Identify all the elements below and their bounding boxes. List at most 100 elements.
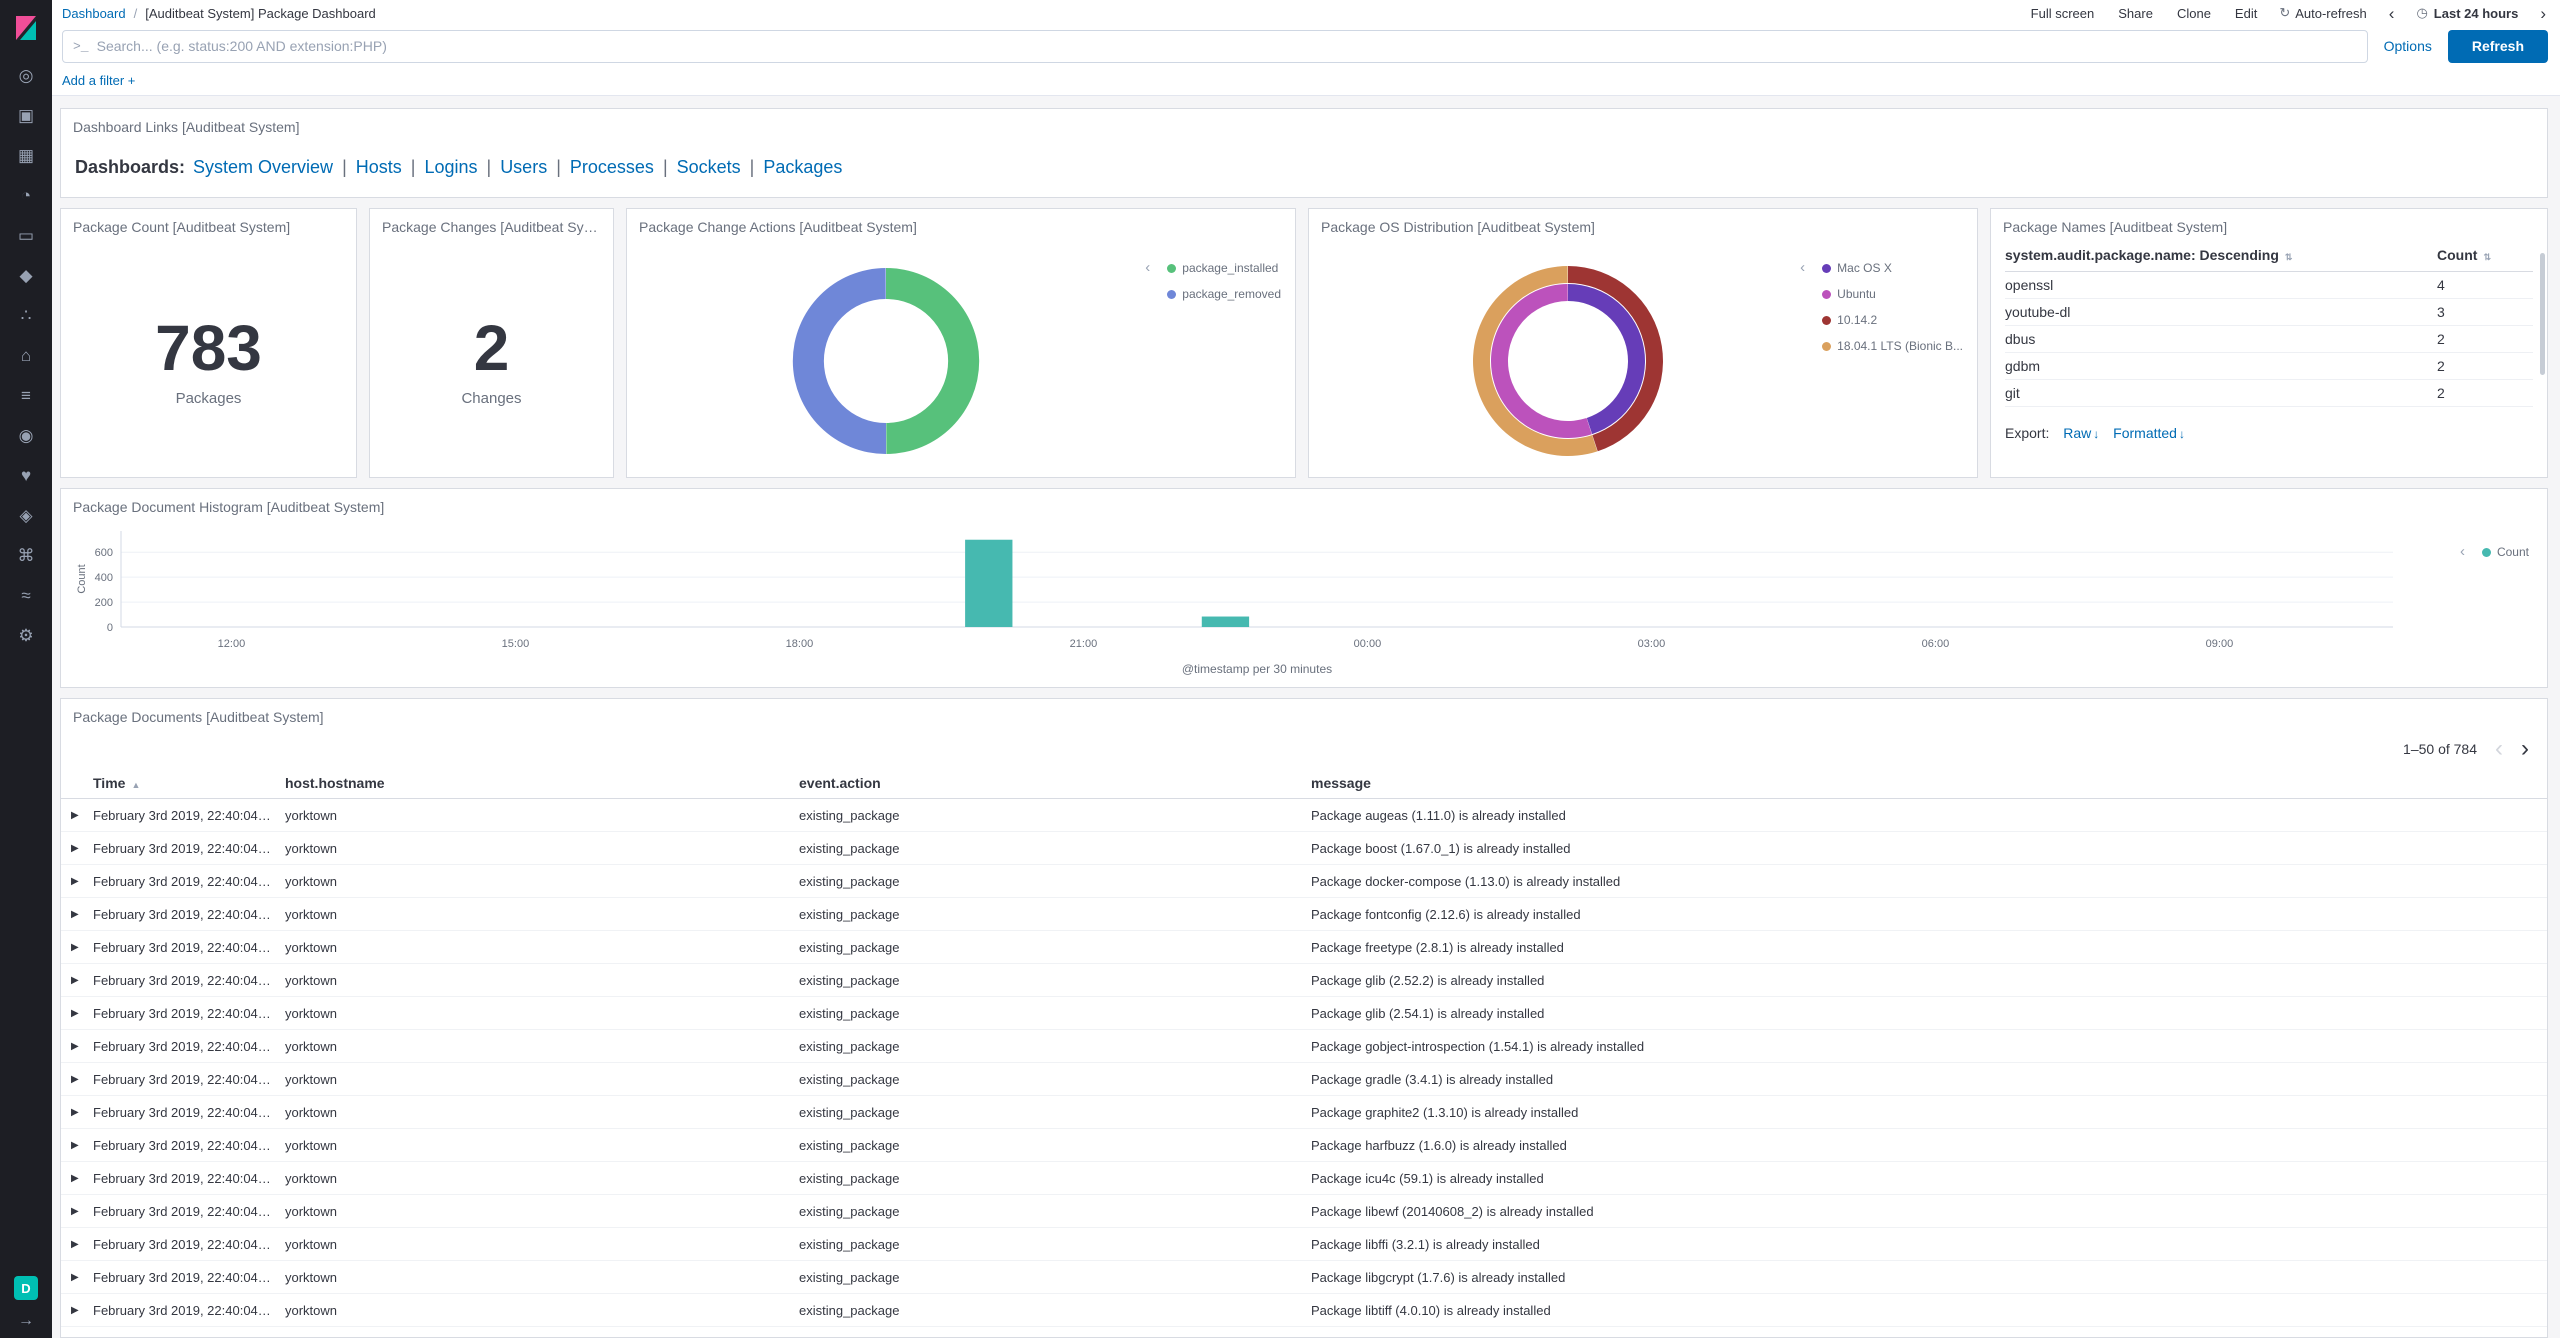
cell-host: yorktown (285, 1005, 338, 1021)
column-header-message[interactable]: message (1311, 775, 2547, 791)
row-expand-caret[interactable]: ▶ (71, 909, 93, 920)
change-actions-slice-package-removed[interactable] (792, 268, 886, 455)
column-header-count[interactable]: Count ⇅ (2437, 247, 2533, 263)
space-avatar[interactable]: D (14, 1276, 38, 1300)
siem-icon[interactable]: ◈ (0, 496, 52, 536)
dashboard-link-packages[interactable]: Packages (763, 157, 842, 177)
dashboard-link-system-overview[interactable]: System Overview (193, 157, 333, 177)
visualize-icon[interactable]: ▣ (0, 96, 52, 136)
package-name-row: openssl 4 (2005, 272, 2533, 299)
cell-action: existing_package (799, 1203, 900, 1219)
management-icon[interactable]: ⚙ (0, 616, 52, 656)
cell-message: Package harfbuzz (1.6.0) is already inst… (1311, 1137, 1567, 1153)
kibana-logo[interactable] (0, 0, 52, 56)
row-expand-caret[interactable]: ▶ (71, 1074, 93, 1085)
dashboard-link-logins[interactable]: Logins (424, 157, 477, 177)
row-expand-caret[interactable]: ▶ (71, 843, 93, 854)
monitoring-icon[interactable]: ≈ (0, 576, 52, 616)
legend-item-10-14-2[interactable]: 10.14.2 (1822, 313, 1963, 327)
package-name-row: gdbm 2 (2005, 353, 2533, 380)
legend-collapse-icon[interactable]: ‹ (1145, 259, 1150, 276)
histogram-bar-20:00[interactable] (965, 539, 1013, 627)
uptime-icon[interactable]: ♥ (0, 456, 52, 496)
cell-host: yorktown (285, 1203, 338, 1219)
panel-scrollbar[interactable] (2540, 253, 2545, 375)
sort-ascending-icon: ▲ (131, 779, 141, 790)
discover-icon[interactable]: ◎ (0, 56, 52, 96)
row-expand-caret[interactable]: ▶ (71, 1041, 93, 1052)
apm-icon[interactable]: ◉ (0, 416, 52, 456)
legend-item-count[interactable]: Count (2481, 545, 2529, 559)
breadcrumb-dashboard-link[interactable]: Dashboard (62, 6, 126, 21)
column-header-time[interactable]: Time ▲ (93, 775, 285, 791)
legend-collapse-icon[interactable]: ‹ (1800, 259, 1805, 276)
column-header-event-action[interactable]: event.action (799, 775, 1311, 791)
cell-message: Package gradle (3.4.1) is already instal… (1311, 1071, 1554, 1087)
time-picker[interactable]: ◷ Last 24 hours (2416, 5, 2518, 21)
dashboard-icon[interactable]: ▦ (0, 136, 52, 176)
cell-time: February 3rd 2019, 22:40:04.121 (93, 1236, 284, 1252)
logs-icon[interactable]: ≡ (0, 376, 52, 416)
dev-tools-icon[interactable]: ⌘ (0, 536, 52, 576)
options-link[interactable]: Options (2384, 38, 2432, 54)
histogram-bar-22:30[interactable] (1201, 616, 1250, 627)
row-expand-caret[interactable]: ▶ (71, 1239, 93, 1250)
pagination-next-button[interactable]: › (2521, 737, 2529, 761)
row-expand-caret[interactable]: ▶ (71, 810, 93, 821)
package-name-cell[interactable]: gdbm (2005, 358, 2437, 374)
toolbar-full-screen-button[interactable]: Full screen (2031, 6, 2095, 21)
row-expand-caret[interactable]: ▶ (71, 1173, 93, 1184)
legend-item-ubuntu[interactable]: Ubuntu (1822, 287, 1963, 301)
row-expand-caret[interactable]: ▶ (71, 975, 93, 986)
row-expand-caret[interactable]: ▶ (71, 942, 93, 953)
legend-item-18-04-1-lts-bionic-b[interactable]: 18.04.1 LTS (Bionic B... (1822, 339, 1963, 353)
toolbar-share-button[interactable]: Share (2118, 6, 2153, 21)
toolbar-clone-button[interactable]: Clone (2177, 6, 2211, 21)
timelion-icon[interactable]: ◔ (0, 176, 52, 216)
package-name-cell[interactable]: dbus (2005, 331, 2437, 347)
toolbar-edit-button[interactable]: Edit (2235, 6, 2257, 21)
pagination-prev-button[interactable]: ‹ (2495, 737, 2503, 761)
legend-item-package-installed[interactable]: package_installed (1167, 261, 1281, 275)
row-expand-caret[interactable]: ▶ (71, 1305, 93, 1316)
legend-collapse-icon[interactable]: ‹ (2460, 543, 2465, 560)
package-name-cell[interactable]: youtube-dl (2005, 304, 2437, 320)
search-input[interactable] (96, 38, 2357, 54)
row-expand-caret[interactable]: ▶ (71, 876, 93, 887)
time-prev-button[interactable]: ‹ (2389, 5, 2395, 22)
nav-collapse-icon[interactable]: → (0, 1312, 52, 1334)
machine-learning-icon[interactable]: ∴ (0, 296, 52, 336)
cell-time: February 3rd 2019, 22:40:04.121 (93, 1302, 284, 1318)
auto-refresh-button[interactable]: ↻ Auto-refresh (2279, 5, 2366, 21)
dashboard-link-hosts[interactable]: Hosts (356, 157, 402, 177)
cell-message: Package libgcrypt (1.7.6) is already ins… (1311, 1269, 1566, 1285)
time-next-button[interactable]: › (2540, 5, 2546, 22)
dashboard-link-users[interactable]: Users (500, 157, 547, 177)
dashboard-link-processes[interactable]: Processes (570, 157, 654, 177)
query-bar: >_ (62, 29, 2368, 63)
cell-host: yorktown (285, 1236, 338, 1252)
export-formatted-link[interactable]: Formatted ↓ (2113, 425, 2185, 441)
infrastructure-icon[interactable]: ⌂ (0, 336, 52, 376)
column-header-host-hostname[interactable]: host.hostname (285, 775, 799, 791)
export-raw-link[interactable]: Raw ↓ (2063, 425, 2099, 441)
package-name-cell[interactable]: git (2005, 385, 2437, 401)
row-expand-caret[interactable]: ▶ (71, 1107, 93, 1118)
link-separator: | (410, 157, 416, 177)
add-filter-link[interactable]: Add a filter + (62, 73, 135, 88)
row-expand-caret[interactable]: ▶ (71, 1008, 93, 1019)
row-expand-caret[interactable]: ▶ (71, 1272, 93, 1283)
legend-item-mac-os-x[interactable]: Mac OS X (1822, 261, 1963, 275)
package-name-cell[interactable]: openssl (2005, 277, 2437, 293)
legend-item-package-removed[interactable]: package_removed (1167, 287, 1281, 301)
row-expand-caret[interactable]: ▶ (71, 1140, 93, 1151)
maps-icon[interactable]: ◆ (0, 256, 52, 296)
refresh-button[interactable]: Refresh (2447, 29, 2548, 63)
change-actions-slice-package-installed[interactable] (886, 267, 980, 454)
canvas-icon[interactable]: ▭ (0, 216, 52, 256)
table-row: ▶February 3rd 2019, 22:40:04.121yorktown… (61, 1162, 2547, 1195)
row-expand-caret[interactable]: ▶ (71, 1206, 93, 1217)
dashboard-link-sockets[interactable]: Sockets (677, 157, 741, 177)
column-header-package-name[interactable]: system.audit.package.name: Descending ⇅ (2005, 247, 2437, 263)
cell-message: Package augeas (1.11.0) is already insta… (1311, 807, 1566, 823)
